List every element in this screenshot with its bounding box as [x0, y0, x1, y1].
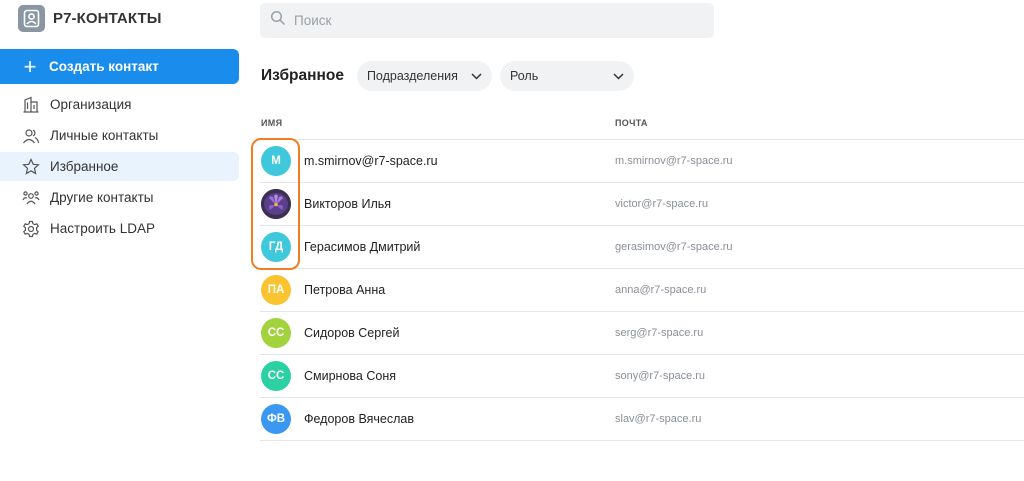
sidebar-item-label: Настроить LDAP [50, 221, 155, 236]
sidebar-item-label: Другие контакты [50, 190, 154, 205]
app-title: Р7-КОНТАКТЫ [53, 10, 162, 27]
sidebar-item-label: Избранное [50, 159, 119, 174]
departments-filter-label: Подразделения [366, 69, 458, 83]
chevron-down-icon [613, 72, 624, 80]
sidebar-item-other-contacts[interactable]: Другие контакты [0, 183, 239, 212]
table-header: ИМЯ ПОЧТА [260, 106, 1024, 140]
sidebar-item-ldap-settings[interactable]: Настроить LDAP [0, 214, 239, 243]
role-filter[interactable]: Роль [499, 61, 634, 91]
avatar: ПА [261, 275, 291, 305]
sidebar: Р7-КОНТАКТЫ + Создать контакт Организаци… [0, 0, 248, 481]
sidebar-item-label: Организация [50, 97, 132, 112]
page-title: Избранное [261, 67, 344, 84]
avatar-photo [261, 189, 291, 219]
table-row[interactable]: Викторов Илья victor@r7-space.ru [260, 183, 1024, 226]
table-row[interactable]: СС Смирнова Соня sony@r7-space.ru [260, 355, 1024, 398]
contact-email: m.smirnov@r7-space.ru [615, 155, 733, 167]
group-icon [21, 188, 41, 208]
chevron-down-icon [471, 72, 482, 80]
contact-name: Смирнова Соня [304, 369, 396, 383]
sidebar-item-favorites[interactable]: Избранное [0, 152, 239, 181]
table-row[interactable]: Мm.smirnov@r7-space.ru m.smirnov@r7-space… [260, 140, 1024, 183]
table-row[interactable]: ГД Герасимов Дмитрий gerasimov@r7-space.ru [260, 226, 1024, 269]
contact-email: gerasimov@r7-space.ru [615, 241, 733, 253]
building-icon [21, 95, 41, 115]
contact-name: m.smirnov@r7-space.ru [304, 154, 438, 168]
contact-name: Федоров Вячеслав [304, 412, 415, 426]
contact-email: anna@r7-space.ru [615, 284, 707, 296]
contact-name: Герасимов Дмитрий [304, 240, 421, 254]
column-header-name[interactable]: ИМЯ [260, 118, 615, 128]
contact-name: Сидоров Сергей [304, 326, 400, 340]
table-row[interactable]: ПА Петрова Анна anna@r7-space.ru [260, 269, 1024, 312]
search-box[interactable] [260, 3, 714, 38]
avatar: СС [261, 361, 291, 391]
search-icon [270, 10, 286, 31]
toolbar: Избранное Подразделения Роль [261, 61, 642, 91]
contact-email: victor@r7-space.ru [615, 198, 709, 210]
sidebar-item-organization[interactable]: Организация [0, 90, 239, 119]
brand[interactable]: Р7-КОНТАКТЫ [18, 5, 162, 32]
contact-name: Петрова Анна [304, 283, 386, 297]
create-contact-button[interactable]: + Создать контакт [0, 49, 239, 84]
contacts-table: ИМЯ ПОЧТА Мm.smirnov@r7-space.ru m.smirno… [260, 106, 1024, 441]
contact-email: serg@r7-space.ru [615, 327, 704, 339]
search-input[interactable] [294, 13, 694, 28]
table-row[interactable]: СС Сидоров Сергей serg@r7-space.ru [260, 312, 1024, 355]
contact-name: Викторов Илья [304, 197, 392, 211]
role-filter-label: Роль [509, 69, 539, 83]
column-header-email[interactable]: ПОЧТА [615, 118, 648, 128]
table-row[interactable]: ФВ Федоров Вячеслав slav@r7-space.ru [260, 398, 1024, 441]
contact-email: slav@r7-space.ru [615, 413, 702, 425]
star-icon [21, 157, 41, 177]
avatar: ГД [261, 232, 291, 262]
gear-icon [21, 219, 41, 239]
plus-icon: + [23, 53, 37, 79]
avatar: ФВ [261, 404, 291, 434]
create-contact-label: Создать контакт [49, 59, 159, 74]
avatar: СС [261, 318, 291, 348]
contacts-app: Р7-КОНТАКТЫ + Создать контакт Организаци… [0, 0, 1024, 481]
app-logo-icon [18, 5, 45, 32]
departments-filter[interactable]: Подразделения [356, 61, 492, 91]
contacts-icon [21, 126, 41, 146]
table-body: Мm.smirnov@r7-space.ru m.smirnov@r7-space… [260, 140, 1024, 441]
contact-email: sony@r7-space.ru [615, 370, 706, 382]
avatar: М [261, 146, 291, 176]
sidebar-item-label: Личные контакты [50, 128, 159, 143]
sidebar-item-personal-contacts[interactable]: Личные контакты [0, 121, 239, 150]
sidebar-nav: Организация Личные контакты Избранное Др… [0, 90, 239, 245]
